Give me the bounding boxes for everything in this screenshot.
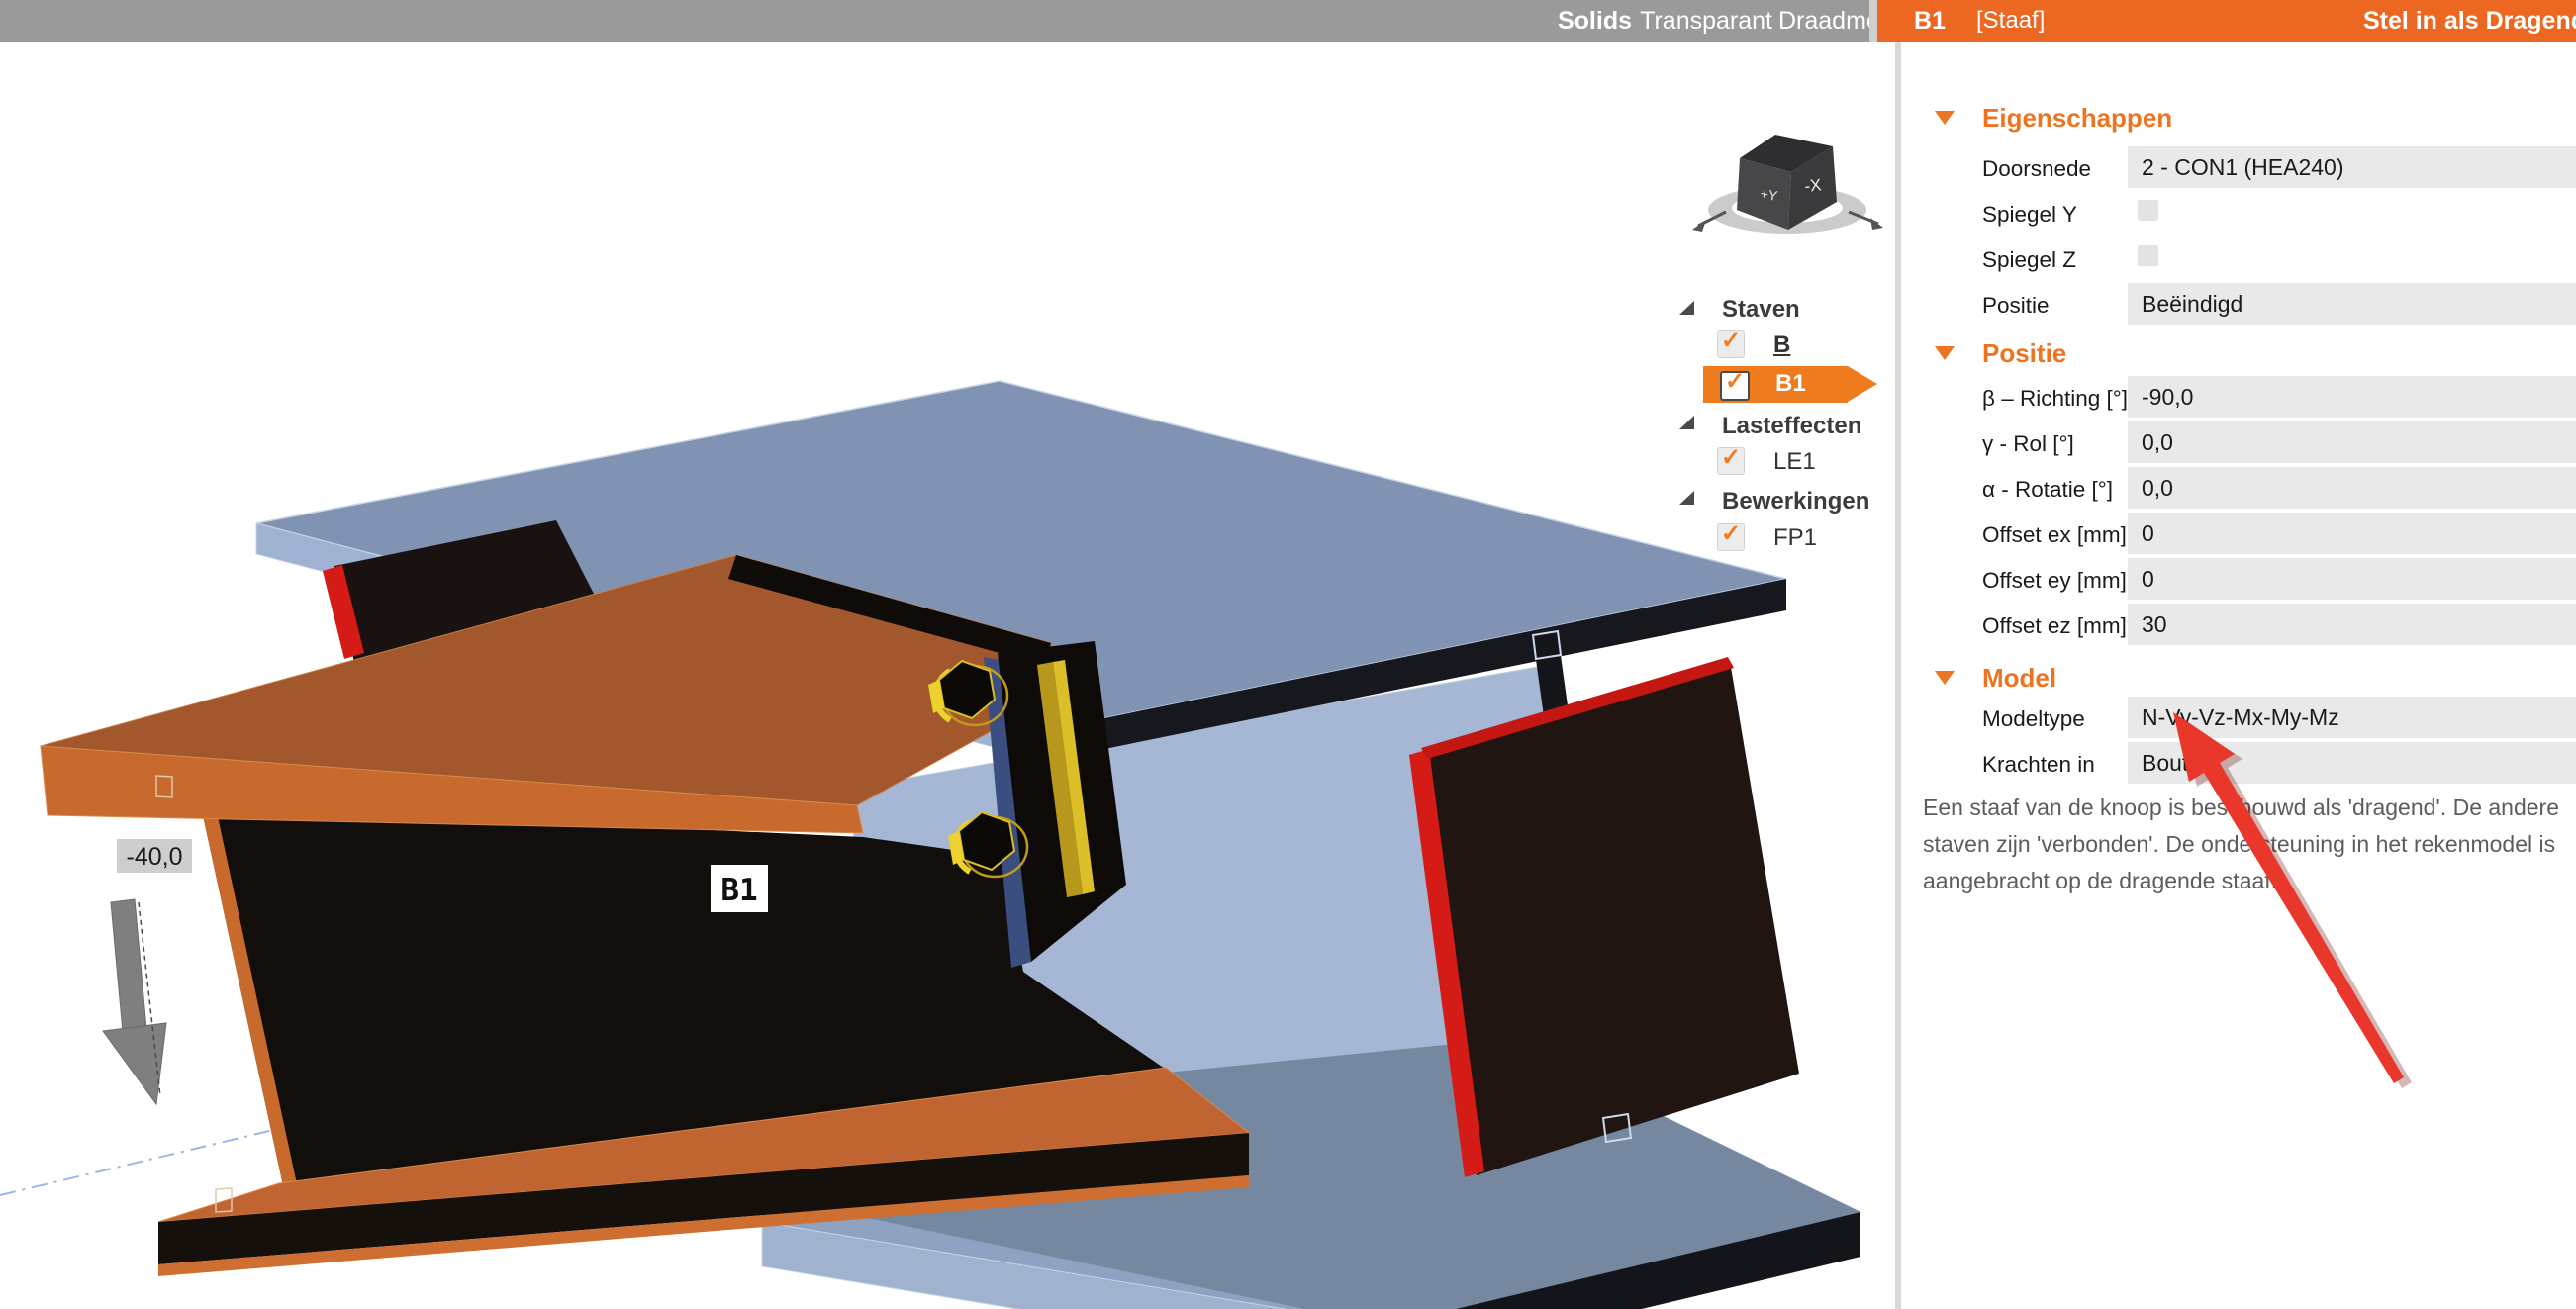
svg-text:-40,0: -40,0 (127, 843, 183, 871)
cube-face-label-y: +Y (1759, 185, 1779, 204)
view-mode-toolbar: Solids Transparant Draadmodel (0, 0, 1869, 42)
label-doorsnede: Doorsnede (1982, 156, 2129, 182)
section-title-model[interactable]: Model (1982, 663, 2056, 694)
tree-expand-lasteffecten-icon[interactable] (1679, 416, 1694, 429)
label-gamma-rol: γ - Rol [°] (1982, 431, 2129, 457)
selected-object-id: B1 (1914, 0, 1946, 42)
label-krachten-in: Krachten in (1982, 752, 2129, 778)
check-icon: ✓ (1718, 445, 1744, 471)
3d-viewport[interactable]: -40,0 B1 +Y -X Staven ✓ B ✓ B1 Lasteffec… (0, 42, 1895, 1309)
section-title-eigenschappen[interactable]: Eigenschappen (1982, 103, 2172, 134)
checkbox-le1[interactable]: ✓ (1717, 447, 1745, 475)
tree-section-staven[interactable]: Staven (1722, 296, 1800, 324)
rotate-left-arrow[interactable] (1692, 220, 1706, 232)
label-spiegel-y: Spiegel Y (1982, 202, 2129, 228)
label-spiegel-z: Spiegel Z (1982, 247, 2129, 273)
collapse-model-icon[interactable] (1935, 671, 1955, 685)
field-krachten-in[interactable]: Bouten (2128, 742, 2576, 784)
selected-object-header: B1 [Staaf] Stel in als Dragend (1877, 0, 2576, 42)
connection-3d-scene: -40,0 B1 (0, 42, 1895, 1309)
checkbox-fp1[interactable]: ✓ (1717, 523, 1745, 551)
label-offset-ez: Offset ez [mm] (1982, 613, 2129, 639)
rotate-right-arrow[interactable] (1870, 218, 1883, 230)
navigation-cube[interactable]: +Y -X (1688, 89, 1886, 257)
checkbox-spiegel-y[interactable] (2138, 200, 2158, 221)
label-offset-ey: Offset ey [mm] (1982, 568, 2129, 594)
field-offset-ez[interactable]: 30 (2128, 604, 2576, 645)
checkbox-b[interactable]: ✓ (1717, 330, 1745, 358)
field-alpha-rotatie[interactable]: 0,0 (2128, 467, 2576, 509)
view-mode-solids[interactable]: Solids (1558, 0, 1632, 42)
label-modeltype: Modeltype (1982, 706, 2129, 732)
label-offset-ex: Offset ex [mm] (1982, 522, 2129, 548)
collapse-eigenschappen-icon[interactable] (1935, 111, 1955, 125)
tree-section-lasteffecten[interactable]: Lasteffecten (1722, 413, 1861, 440)
collapse-positie-icon[interactable] (1935, 346, 1955, 360)
toolbar-divider (1869, 0, 1877, 42)
field-positie[interactable]: Beëindigd (2128, 283, 2576, 325)
field-modeltype[interactable]: N-Vy-Vz-Mx-My-Mz (2128, 697, 2576, 738)
check-icon: ✓ (1718, 521, 1744, 547)
label-alpha-rotatie: α - Rotatie [°] (1982, 477, 2129, 503)
load-arrow-shaft (111, 899, 146, 1032)
tree-item-b1[interactable]: B1 (1775, 370, 1806, 398)
tree-expand-bewerkingen-icon[interactable] (1679, 491, 1694, 505)
field-gamma-rol[interactable]: 0,0 (2128, 421, 2576, 463)
property-panel: Eigenschappen Doorsnede 2 - CON1 (HEA240… (1901, 42, 2576, 1309)
tree-item-le1[interactable]: LE1 (1773, 448, 1816, 476)
field-offset-ey[interactable]: 0 (2128, 558, 2576, 600)
beam-b1-label[interactable]: B1 (711, 865, 768, 912)
tree-expand-staven-icon[interactable] (1679, 301, 1694, 315)
tree-item-fp1[interactable]: FP1 (1773, 524, 1817, 552)
view-mode-transparant[interactable]: Transparant (1640, 0, 1772, 42)
check-icon: ✓ (1722, 370, 1748, 394)
load-value-label: -40,0 (117, 839, 192, 873)
bearing-member-description: Een staaf van de knoop is beschouwd als … (1923, 790, 2556, 899)
field-offset-ex[interactable]: 0 (2128, 513, 2576, 554)
cube-face-label-x: -X (1803, 175, 1822, 196)
field-doorsnede[interactable]: 2 - CON1 (HEA240) (2128, 146, 2576, 188)
tree-selection-flag-tip (1848, 366, 1877, 402)
tree-section-bewerkingen[interactable]: Bewerkingen (1722, 488, 1869, 515)
check-icon: ✓ (1718, 328, 1744, 354)
set-as-bearing-button[interactable]: Stel in als Dragend (2363, 0, 2576, 42)
tree-item-b[interactable]: B (1773, 331, 1790, 359)
label-beta-richting: β – Richting [°] (1982, 386, 2129, 412)
label-positie: Positie (1982, 293, 2129, 319)
selected-object-type: [Staaf] (1976, 0, 2045, 42)
field-beta-richting[interactable]: -90,0 (2128, 376, 2576, 418)
section-title-positie[interactable]: Positie (1982, 338, 2066, 369)
checkbox-spiegel-z[interactable] (2138, 245, 2158, 266)
svg-text:B1: B1 (720, 873, 757, 908)
checkbox-b1[interactable]: ✓ (1720, 371, 1750, 401)
